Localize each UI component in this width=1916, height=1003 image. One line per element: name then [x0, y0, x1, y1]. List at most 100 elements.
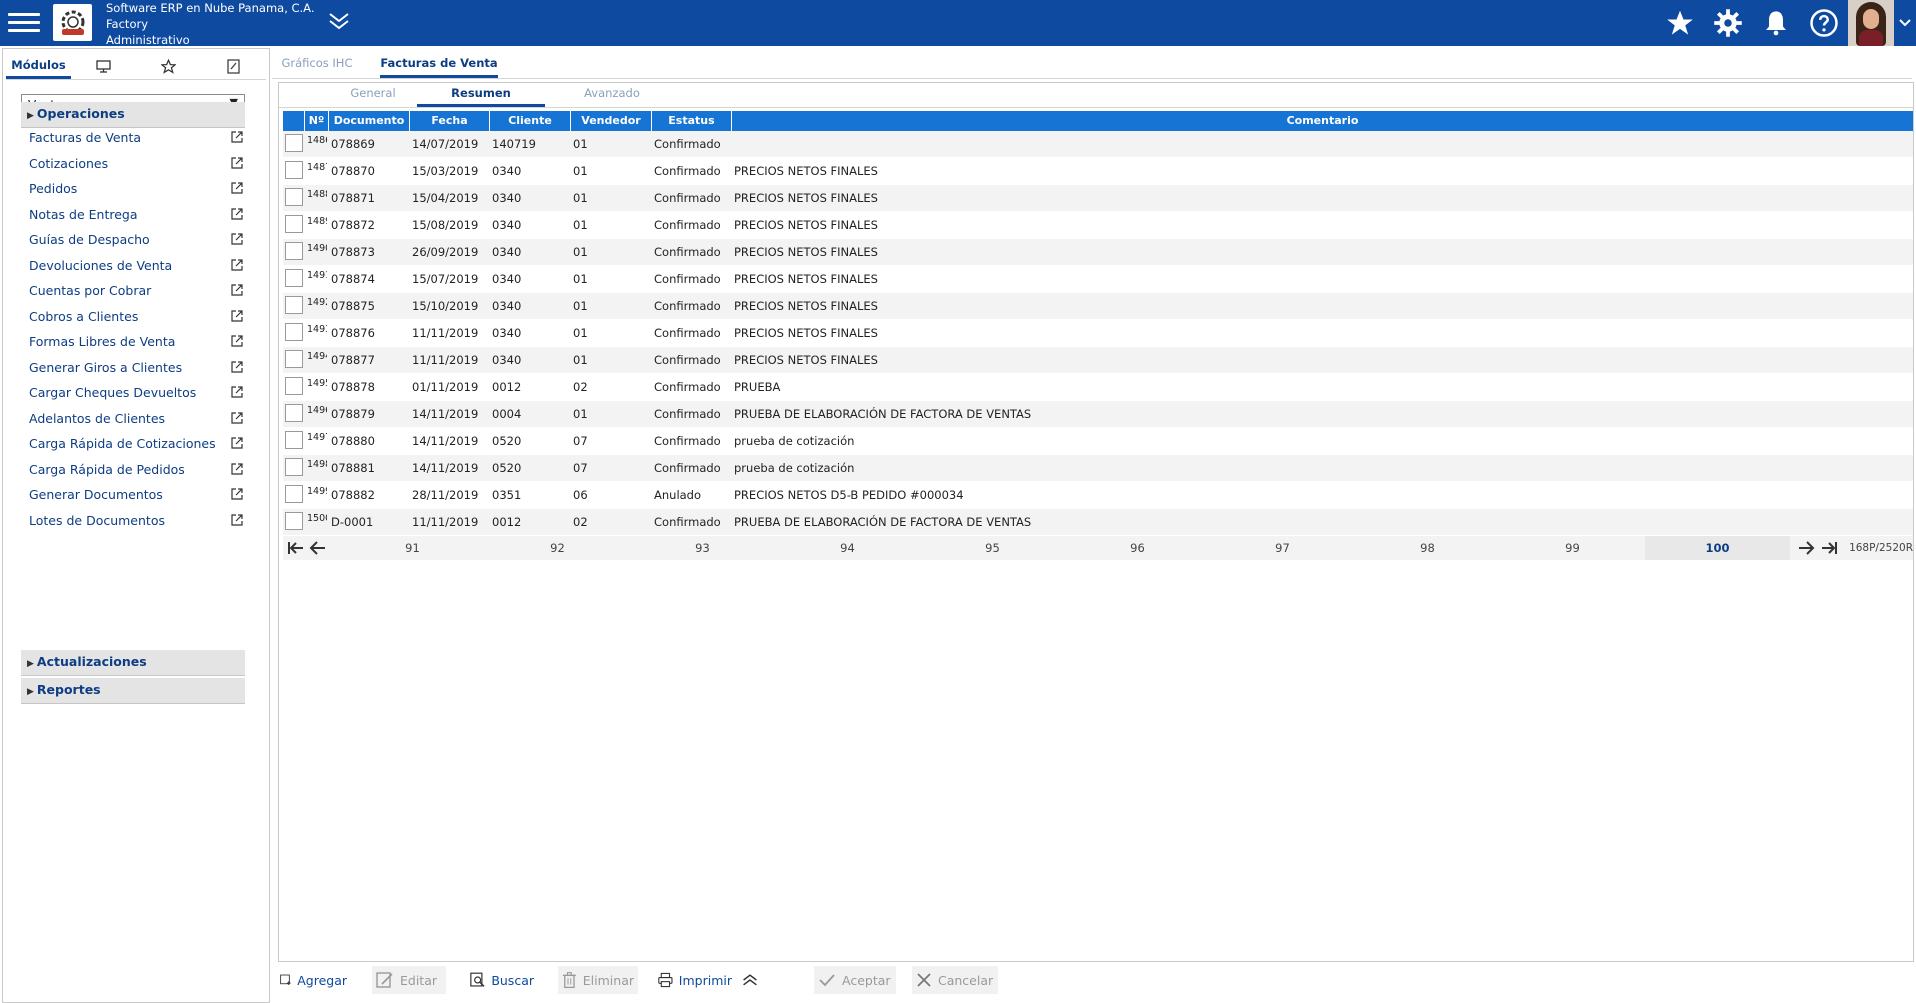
- table-cell: 14/07/2019: [412, 137, 479, 151]
- section-reportes[interactable]: ▶ Reportes: [21, 678, 245, 704]
- menu-item[interactable]: Facturas de Venta: [29, 127, 243, 149]
- col-header[interactable]: Cliente: [490, 111, 571, 131]
- col-header[interactable]: Nº: [305, 111, 329, 131]
- section-actualizaciones[interactable]: ▶ Actualizaciones: [21, 650, 245, 676]
- table-row[interactable]: 1494 078877 11/11/2019 0340 01 Confirmado PREC…: [283, 347, 1913, 374]
- table-row[interactable]: 1500 D-0001 11/11/2019 0012 02 Confirmado PRUE…: [283, 509, 1913, 536]
- menu-item[interactable]: Cobros a Clientes: [29, 306, 243, 328]
- search-button[interactable]: Buscar: [466, 966, 538, 994]
- row-checkbox[interactable]: [285, 404, 303, 422]
- table-row[interactable]: 1487 078870 15/03/2019 0340 01 Confirmado PREC…: [283, 158, 1913, 185]
- notifications-bell-icon[interactable]: [1752, 0, 1800, 46]
- collapse-toolbar-button[interactable]: [738, 966, 768, 994]
- menu-item[interactable]: Generar Giros a Clientes: [29, 357, 243, 379]
- page-link[interactable]: 92: [485, 536, 630, 560]
- row-checkbox[interactable]: [285, 296, 303, 314]
- next-page-icon[interactable]: [1797, 539, 1815, 557]
- row-checkbox[interactable]: [285, 377, 303, 395]
- tab-graficos-ihc[interactable]: Gráficos IHC: [276, 52, 358, 78]
- menu-item[interactable]: Notas de Entrega: [29, 204, 243, 226]
- row-checkbox[interactable]: [285, 512, 303, 530]
- col-header[interactable]: Fecha: [410, 111, 490, 131]
- table-row[interactable]: 1492 078875 15/10/2019 0340 01 Confirmado PREC…: [283, 293, 1913, 320]
- page-link[interactable]: 96: [1065, 536, 1210, 560]
- prev-page-icon[interactable]: [309, 539, 327, 557]
- row-checkbox[interactable]: [285, 431, 303, 449]
- menu-item[interactable]: Adelantos de Clientes: [29, 408, 243, 430]
- table-row[interactable]: 1491 078874 15/07/2019 0340 01 Confirmado PREC…: [283, 266, 1913, 293]
- row-checkbox[interactable]: [285, 242, 303, 260]
- page-link[interactable]: 93: [630, 536, 775, 560]
- table-row[interactable]: 1490 078873 26/09/2019 0340 01 Confirmado PREC…: [283, 239, 1913, 266]
- menu-item[interactable]: Cotizaciones: [29, 153, 243, 175]
- row-checkbox[interactable]: [285, 134, 303, 152]
- table-row[interactable]: 1499 078882 28/11/2019 0351 06 Anulado PRECIOS…: [283, 482, 1913, 509]
- user-avatar[interactable]: [1848, 0, 1894, 46]
- table-row[interactable]: 1493 078876 11/11/2019 0340 01 Confirmado PREC…: [283, 320, 1913, 347]
- table-row[interactable]: 1489 078872 15/08/2019 0340 01 Confirmado PREC…: [283, 212, 1913, 239]
- tab-resumen[interactable]: Resumen: [417, 83, 545, 107]
- page-link-current[interactable]: 100: [1645, 536, 1790, 560]
- table-row[interactable]: 1495 078878 01/11/2019 0012 02 Confirmado PRUE…: [283, 374, 1913, 401]
- page-link[interactable]: 91: [340, 536, 485, 560]
- table-row[interactable]: 1486 078869 14/07/2019 140719 01 Confirmado: [283, 131, 1913, 158]
- row-checkbox[interactable]: [285, 215, 303, 233]
- page-link[interactable]: 97: [1210, 536, 1355, 560]
- page-link[interactable]: 98: [1355, 536, 1500, 560]
- table-row[interactable]: 1498 078881 14/11/2019 0520 07 Confirmado prue…: [283, 455, 1913, 482]
- row-checkbox[interactable]: [285, 269, 303, 287]
- menu-item[interactable]: Generar Documentos: [29, 484, 243, 506]
- settings-gear-icon[interactable]: [1704, 0, 1752, 46]
- tab-monitor[interactable]: [71, 53, 136, 79]
- table-row[interactable]: 1488 078871 15/04/2019 0340 01 Confirmado PREC…: [283, 185, 1913, 212]
- tab-notes[interactable]: [201, 53, 266, 79]
- row-checkbox[interactable]: [285, 350, 303, 368]
- row-checkbox[interactable]: [285, 188, 303, 206]
- tab-avanzado[interactable]: Avanzado: [548, 83, 676, 107]
- add-button[interactable]: Agregar: [276, 966, 351, 994]
- menu-item-label: Cuentas por Cobrar: [29, 283, 152, 298]
- table-cell: 1496: [307, 405, 327, 416]
- col-header[interactable]: Comentario: [732, 111, 1913, 131]
- expand-chevron-icon[interactable]: [327, 11, 351, 35]
- tab-facturas-de-venta[interactable]: Facturas de Venta: [380, 52, 498, 78]
- cancel-button[interactable]: Cancelar: [912, 966, 998, 994]
- tab-favorites[interactable]: [136, 53, 201, 79]
- menu-item[interactable]: Formas Libres de Venta: [29, 331, 243, 353]
- menu-item[interactable]: Devoluciones de Venta: [29, 255, 243, 277]
- page-link[interactable]: 99: [1500, 536, 1645, 560]
- user-menu-chevron-icon[interactable]: [1894, 0, 1916, 46]
- page-link[interactable]: 95: [920, 536, 1065, 560]
- menu-item[interactable]: Cuentas por Cobrar: [29, 280, 243, 302]
- table-cell: 01/11/2019: [412, 380, 479, 394]
- table-cell: PRECIOS NETOS FINALES: [734, 164, 878, 178]
- menu-item[interactable]: Carga Rápida de Pedidos: [29, 459, 243, 481]
- tab-modulos[interactable]: Módulos: [6, 53, 71, 79]
- last-page-icon[interactable]: [1820, 539, 1838, 557]
- section-operaciones[interactable]: ▶ Operaciones: [21, 102, 245, 128]
- row-checkbox[interactable]: [285, 485, 303, 503]
- col-header[interactable]: Documento: [329, 111, 410, 131]
- edit-button[interactable]: Editar: [372, 966, 446, 994]
- row-checkbox[interactable]: [285, 458, 303, 476]
- menu-item[interactable]: Cargar Cheques Devueltos: [29, 382, 243, 404]
- col-header[interactable]: Vendedor: [571, 111, 652, 131]
- page-link[interactable]: 94: [775, 536, 920, 560]
- col-header[interactable]: Estatus: [652, 111, 732, 131]
- menu-item[interactable]: Pedidos: [29, 178, 243, 200]
- accept-button[interactable]: Aceptar: [814, 966, 896, 994]
- menu-item[interactable]: Guías de Despacho: [29, 229, 243, 251]
- delete-button[interactable]: Eliminar: [558, 966, 638, 994]
- menu-item[interactable]: Carga Rápida de Cotizaciones: [29, 433, 243, 455]
- first-page-icon[interactable]: [287, 539, 305, 557]
- help-question-icon[interactable]: [1800, 0, 1848, 46]
- row-checkbox[interactable]: [285, 161, 303, 179]
- table-row[interactable]: 1496 078879 14/11/2019 0004 01 Confirmado PRUE…: [283, 401, 1913, 428]
- favorites-star-icon[interactable]: [1656, 0, 1704, 46]
- table-row[interactable]: 1497 078880 14/11/2019 0520 07 Confirmado prue…: [283, 428, 1913, 455]
- menu-item[interactable]: Lotes de Documentos: [29, 510, 243, 532]
- company-logo[interactable]: [53, 4, 92, 41]
- hamburger-menu-icon[interactable]: [8, 9, 40, 37]
- print-button[interactable]: Imprimir: [654, 966, 736, 994]
- row-checkbox[interactable]: [285, 323, 303, 341]
